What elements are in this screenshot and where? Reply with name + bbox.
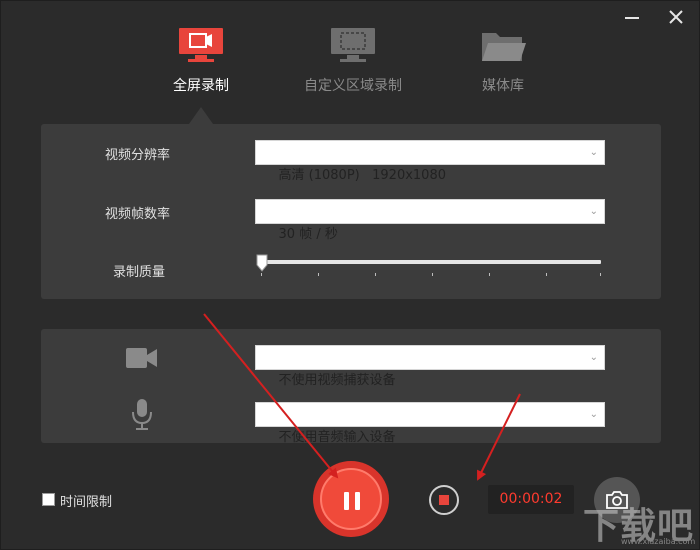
chevron-down-icon: ⌄	[589, 206, 598, 217]
framerate-label: 视频帧数率	[105, 207, 171, 222]
slider-tick	[261, 273, 262, 276]
video-camera-icon	[126, 348, 157, 368]
resolution-value: 高清 (1080P) 1920x1080	[278, 168, 446, 183]
microphone-value: 不使用音频输入设备	[278, 430, 396, 445]
slider-tick	[318, 273, 319, 276]
pause-icon	[320, 468, 382, 530]
slider-tick	[432, 273, 433, 276]
chevron-down-icon: ⌄	[589, 147, 598, 158]
stop-icon	[439, 495, 449, 505]
framerate-value: 30 帧 / 秒	[278, 227, 338, 242]
active-tab-pointer	[189, 107, 213, 124]
watermark-url: www.xiazaiba.com	[621, 537, 696, 546]
slider-tick	[546, 273, 547, 276]
region-select-icon	[331, 28, 375, 62]
close-icon	[669, 10, 683, 24]
recording-timer: 00:00:02	[488, 485, 574, 514]
tab-label: 全屏录制	[173, 78, 229, 94]
close-button[interactable]	[664, 7, 688, 29]
resolution-select[interactable]: 高清 (1080P) 1920x1080 ⌄	[255, 140, 605, 183]
quality-label: 录制质量	[113, 265, 166, 280]
stop-button[interactable]	[428, 484, 460, 516]
time-limit-label: 时间限制	[60, 495, 113, 510]
microphone-select[interactable]: 不使用音频输入设备 ⌄	[255, 402, 605, 445]
chevron-down-icon: ⌄	[589, 352, 598, 363]
pause-button[interactable]	[313, 461, 389, 537]
tab-custom-region-record[interactable]: 自定义区域录制	[291, 27, 415, 95]
folder-icon	[482, 33, 526, 61]
minimize-icon	[625, 17, 639, 19]
chevron-down-icon: ⌄	[589, 409, 598, 420]
pause-bar	[344, 492, 349, 510]
slider-tick	[600, 273, 601, 276]
resolution-label: 视频分辨率	[105, 148, 171, 163]
camera-value: 不使用视频捕获设备	[278, 373, 396, 388]
slider-tick	[489, 273, 490, 276]
screen-recorder-window: 全屏录制 自定义区域录制 媒体库 视频分辨率 高清 (1080P) 1920x1…	[0, 0, 700, 550]
pause-bar	[355, 492, 360, 510]
tab-fullscreen-record[interactable]: 全屏录制	[161, 27, 241, 95]
monitor-record-icon	[179, 28, 223, 62]
quality-slider-track[interactable]	[259, 260, 601, 264]
slider-tick	[375, 273, 376, 276]
camera-select[interactable]: 不使用视频捕获设备 ⌄	[255, 345, 605, 388]
microphone-icon	[132, 399, 152, 430]
tab-media-library[interactable]: 媒体库	[461, 27, 545, 95]
framerate-select[interactable]: 30 帧 / 秒 ⌄	[255, 199, 605, 242]
time-limit-checkbox[interactable]	[42, 493, 55, 506]
tab-label: 媒体库	[482, 78, 524, 94]
quality-slider-thumb[interactable]	[256, 254, 268, 272]
tab-label: 自定义区域录制	[304, 78, 402, 94]
minimize-button[interactable]	[620, 7, 644, 29]
